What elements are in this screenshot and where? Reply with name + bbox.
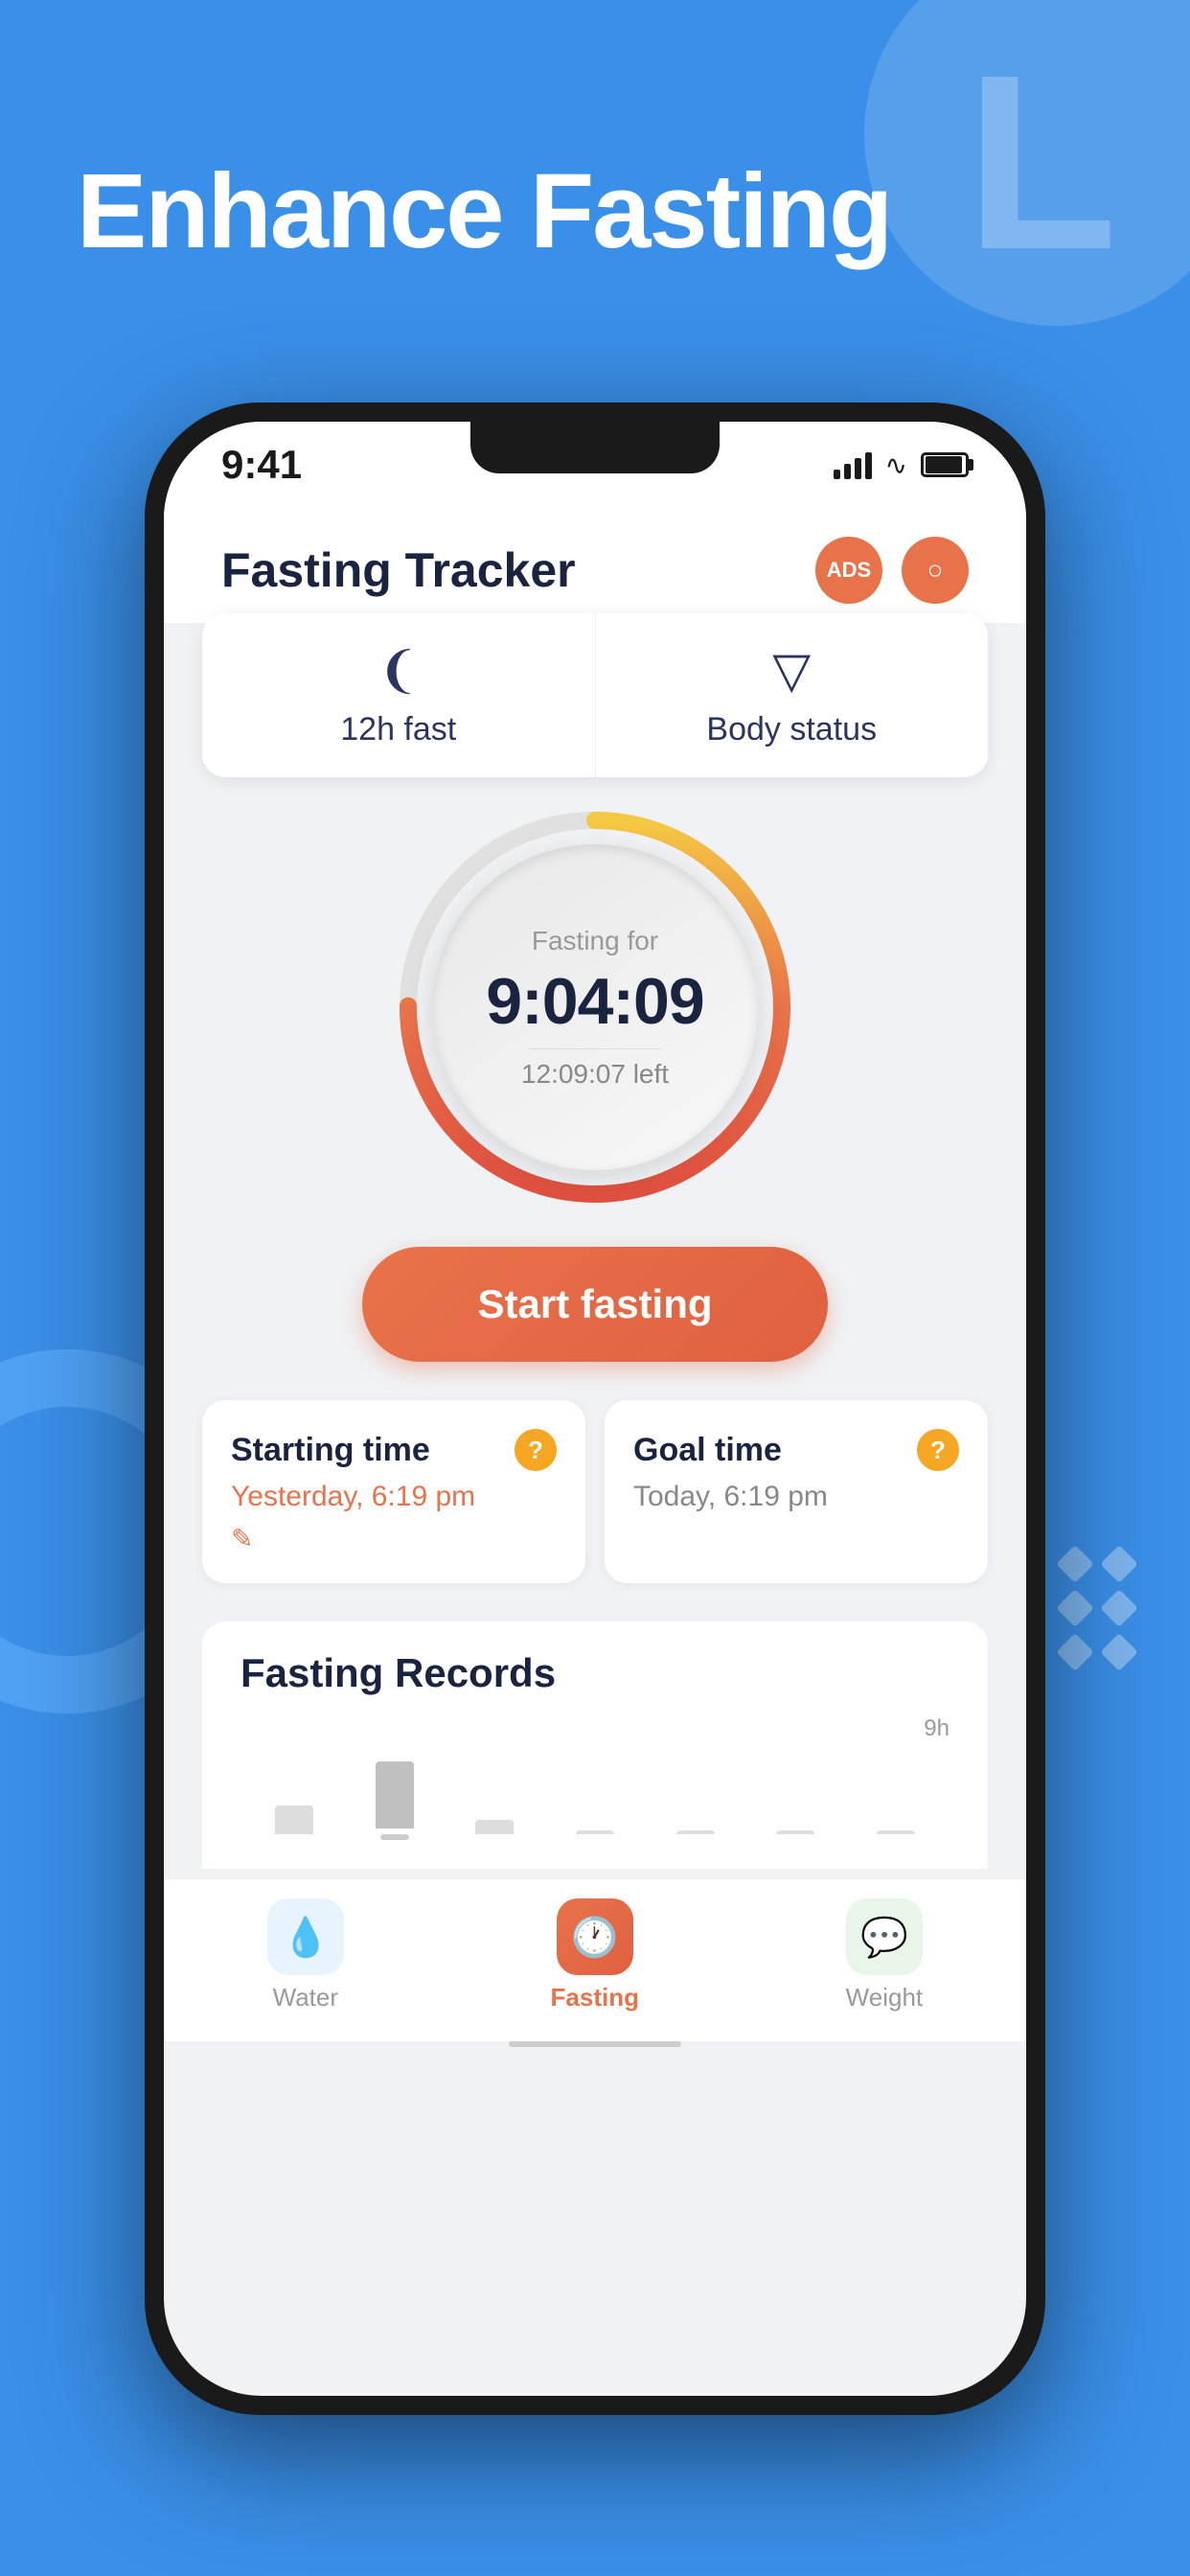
bar-4 — [576, 1830, 614, 1834]
phone-notch — [470, 422, 720, 473]
start-fasting-button[interactable]: Start fasting — [362, 1247, 827, 1362]
mode-tabs: ❨ 12h fast ▽ Body status — [202, 613, 988, 777]
starting-time-card: Starting time ? Yesterday, 6:19 pm ✎ — [202, 1400, 585, 1583]
phone-mockup: 9:41 ∿ Fasting Tracker ADS — [145, 402, 1045, 2415]
chart-bar-6 — [751, 1830, 840, 1840]
signal-icon — [834, 450, 872, 479]
timer-time: 9:04:09 — [486, 964, 703, 1039]
records-title: Fasting Records — [240, 1650, 950, 1696]
edit-icon[interactable]: ✎ — [231, 1523, 557, 1554]
starting-time-help[interactable]: ? — [515, 1429, 557, 1471]
ads-button[interactable]: ADS — [815, 537, 882, 604]
records-section: Fasting Records 9h — [202, 1622, 988, 1869]
bar-7 — [877, 1830, 915, 1834]
ads-label: ADS — [827, 558, 871, 583]
water-icon: 💧 — [267, 1898, 344, 1975]
chart-bar-7 — [851, 1830, 940, 1840]
starting-time-title: Starting time — [231, 1432, 430, 1469]
start-button-container: Start fasting — [202, 1247, 988, 1362]
bg-decoration-circle: L — [864, 0, 1190, 326]
bottom-nav: 💧 Water 🕐 Fasting 💬 Weight — [164, 1878, 1026, 2041]
timer-circle: Fasting for 9:04:09 12:09:07 left — [394, 806, 796, 1208]
timer-label: Fasting for — [532, 926, 658, 956]
goal-time-help[interactable]: ? — [917, 1429, 959, 1471]
goal-time-title: Goal time — [633, 1432, 782, 1469]
weight-icon: 💬 — [846, 1898, 923, 1975]
chart-bar-5 — [651, 1830, 740, 1840]
leaf-icon: ▽ — [772, 642, 811, 700]
app-header: Fasting Tracker ADS ○ — [164, 508, 1026, 623]
info-cards: Starting time ? Yesterday, 6:19 pm ✎ Goa… — [202, 1400, 988, 1583]
chart-max-label: 9h — [924, 1715, 950, 1742]
timer-section: Fasting for 9:04:09 12:09:07 left — [202, 777, 988, 1247]
chart-bar-1 — [250, 1806, 339, 1840]
nav-fasting[interactable]: 🕐 Fasting — [551, 1898, 639, 2012]
header-icons: ADS ○ — [815, 537, 969, 604]
tab-fast-label: 12h fast — [340, 711, 456, 748]
nav-water[interactable]: 💧 Water — [267, 1898, 344, 2012]
goal-time-card: Goal time ? Today, 6:19 pm — [605, 1400, 988, 1583]
bar-6 — [776, 1830, 814, 1834]
scroll-indicator — [509, 2041, 681, 2047]
battery-icon — [921, 452, 969, 477]
app-title: Fasting Tracker — [221, 542, 576, 598]
tab-body-status[interactable]: ▽ Body status — [596, 613, 989, 777]
chart-bar-4 — [551, 1830, 640, 1840]
settings-button[interactable]: ○ — [902, 537, 969, 604]
phone-screen: 9:41 ∿ Fasting Tracker ADS — [164, 422, 1026, 2396]
fast-icon: ❨ — [378, 642, 420, 700]
tab-body-label: Body status — [706, 711, 877, 748]
nav-fasting-label: Fasting — [551, 1983, 639, 2012]
goal-time-value: Today, 6:19 pm — [633, 1481, 959, 1513]
nav-water-label: Water — [273, 1983, 338, 2012]
nav-weight-label: Weight — [846, 1983, 923, 2012]
nav-weight[interactable]: 💬 Weight — [846, 1898, 923, 2012]
status-icons: ∿ — [834, 449, 969, 481]
tab-12h-fast[interactable]: ❨ 12h fast — [202, 613, 596, 777]
bg-decoration-diamonds — [1062, 1551, 1133, 1666]
bar-2 — [376, 1761, 414, 1828]
timer-divider — [528, 1048, 662, 1049]
chart-bar-3 — [450, 1820, 539, 1840]
records-chart: 9h — [240, 1715, 950, 1840]
starting-time-value: Yesterday, 6:19 pm — [231, 1481, 557, 1513]
timer-left: 12:09:07 left — [521, 1059, 669, 1090]
chart-bar-2 — [351, 1761, 440, 1840]
status-time: 9:41 — [221, 442, 302, 488]
bar-3 — [475, 1820, 514, 1834]
bar-5 — [676, 1830, 715, 1834]
bar-1 — [275, 1806, 313, 1834]
bg-letter: L — [966, 38, 1118, 288]
main-content: Fasting for 9:04:09 12:09:07 left Start … — [164, 777, 1026, 1869]
fasting-icon: 🕐 — [557, 1898, 633, 1975]
bar-dot-2 — [380, 1834, 409, 1840]
page-title: Enhance Fasting — [77, 153, 891, 269]
wifi-icon: ∿ — [885, 449, 907, 481]
timer-display: Fasting for 9:04:09 12:09:07 left — [432, 844, 758, 1170]
settings-icon: ○ — [927, 555, 944, 586]
